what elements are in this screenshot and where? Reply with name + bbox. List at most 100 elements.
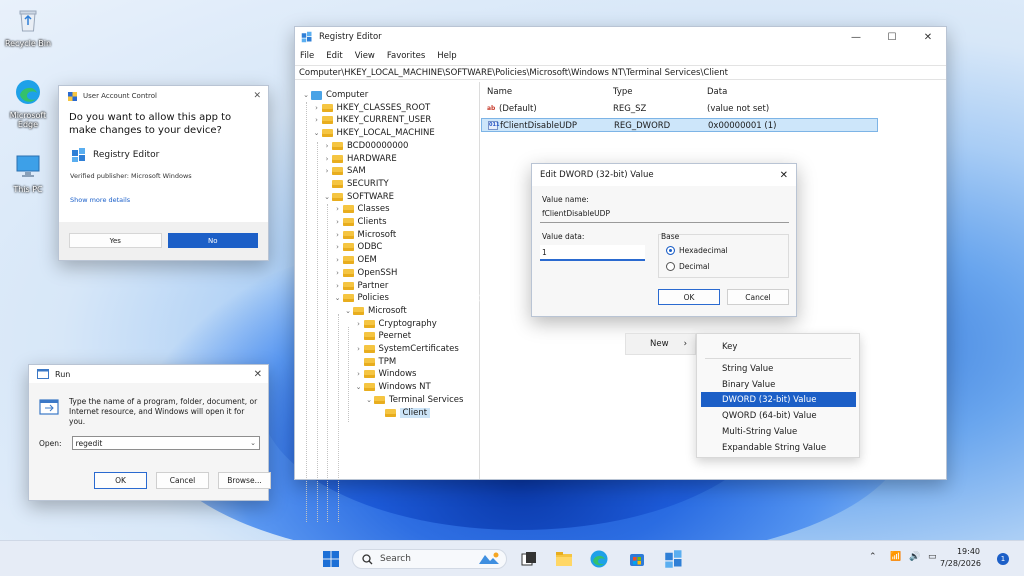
- tree-node[interactable]: › Partner: [333, 280, 388, 292]
- menu-file[interactable]: File: [300, 51, 314, 61]
- column-type[interactable]: Type: [613, 87, 633, 97]
- notification-badge[interactable]: 1: [997, 553, 1009, 565]
- edge-icon[interactable]: [589, 549, 609, 569]
- volume-icon[interactable]: 🔊: [909, 552, 920, 562]
- cancel-button[interactable]: Cancel: [156, 472, 209, 489]
- tree-node[interactable]: Client: [375, 407, 431, 419]
- ok-button[interactable]: OK: [94, 472, 147, 489]
- chevron-right-icon[interactable]: ›: [333, 231, 343, 239]
- chevron-right-icon[interactable]: ›: [354, 370, 364, 378]
- chevron-down-icon[interactable]: ⌄: [333, 294, 343, 302]
- desktop-icon-recycle-bin[interactable]: Recycle Bin: [0, 6, 56, 48]
- radio-decimal[interactable]: Decimal: [666, 262, 710, 271]
- chevron-right-icon[interactable]: ›: [322, 155, 332, 163]
- chevron-right-icon[interactable]: ›: [354, 320, 364, 328]
- chevron-right-icon[interactable]: ›: [333, 256, 343, 264]
- browse-button[interactable]: Browse...: [218, 472, 271, 489]
- chevron-down-icon[interactable]: ⌄: [322, 193, 332, 201]
- menu-edit[interactable]: Edit: [326, 51, 342, 61]
- tree-node[interactable]: › ODBC: [333, 241, 382, 253]
- menu-help[interactable]: Help: [437, 51, 456, 61]
- column-data[interactable]: Data: [707, 87, 727, 97]
- chevron-right-icon[interactable]: ›: [322, 142, 332, 150]
- menu-item-expandable-string-value[interactable]: Expandable String Value: [701, 440, 856, 455]
- menu-item-multi-string-value[interactable]: Multi-String Value: [701, 424, 856, 439]
- chevron-down-icon[interactable]: ⌄: [312, 129, 322, 137]
- run-open-input[interactable]: regedit ⌄: [71, 436, 260, 450]
- chevron-down-icon[interactable]: ⌄: [343, 307, 353, 315]
- tree-node[interactable]: TPM: [354, 356, 396, 368]
- maximize-icon[interactable]: ☐: [874, 32, 910, 43]
- menu-item-dword-value[interactable]: DWORD (32-bit) Value: [701, 392, 856, 407]
- tree-node[interactable]: ⌄ HKEY_LOCAL_MACHINE: [312, 127, 435, 139]
- tree-node[interactable]: › HARDWARE: [322, 153, 397, 165]
- chevron-right-icon[interactable]: ›: [322, 167, 332, 175]
- close-icon[interactable]: ✕: [254, 369, 262, 380]
- tree-node[interactable]: › HKEY_CLASSES_ROOT: [312, 102, 430, 114]
- chevron-right-icon[interactable]: ›: [312, 116, 322, 124]
- tree-node[interactable]: ⌄ Microsoft: [343, 305, 407, 317]
- desktop-icon-this-pc[interactable]: This PC: [0, 152, 56, 194]
- chevron-down-icon[interactable]: ⌄: [301, 91, 311, 99]
- store-icon[interactable]: [627, 549, 647, 569]
- tree-node[interactable]: ⌄ SOFTWARE: [322, 191, 394, 203]
- tree-node[interactable]: › BCD00000000: [322, 140, 409, 152]
- chevron-down-icon[interactable]: ⌄: [364, 396, 374, 404]
- ok-button[interactable]: OK: [658, 289, 720, 305]
- menu-item-binary-value[interactable]: Binary Value: [701, 377, 856, 392]
- value-row-fclientdisableudp[interactable]: 011 fClientDisableUDP REG_DWORD 0x000000…: [481, 118, 878, 132]
- radio-hexadecimal[interactable]: Hexadecimal: [666, 246, 728, 255]
- regedit-taskbar-icon[interactable]: [664, 549, 684, 569]
- tree-node[interactable]: SECURITY: [322, 178, 389, 190]
- chevron-right-icon[interactable]: ›: [333, 218, 343, 226]
- no-button[interactable]: No: [167, 233, 258, 248]
- chevron-right-icon[interactable]: ›: [354, 345, 364, 353]
- wifi-icon[interactable]: 📶: [890, 552, 901, 562]
- tree-node[interactable]: ⌄ Terminal Services: [364, 394, 463, 406]
- tree-node[interactable]: › Classes: [333, 203, 389, 215]
- start-icon[interactable]: [321, 549, 341, 569]
- value-row-default[interactable]: ab (Default) REG_SZ (value not set): [481, 102, 878, 116]
- tree-node[interactable]: ⌄ Windows NT: [354, 381, 431, 393]
- tree-node[interactable]: ⌄ Policies: [333, 292, 389, 304]
- tree-node[interactable]: › Clients: [333, 216, 386, 228]
- tree-node[interactable]: › OpenSSH: [333, 267, 397, 279]
- chevron-down-icon[interactable]: ⌄: [250, 439, 256, 447]
- yes-button[interactable]: Yes: [69, 233, 162, 248]
- address-bar[interactable]: Computer\HKEY_LOCAL_MACHINE\SOFTWARE\Pol…: [295, 65, 946, 80]
- menu-item-key[interactable]: Key: [701, 339, 856, 354]
- menu-item-string-value[interactable]: String Value: [701, 361, 856, 376]
- tree-node[interactable]: › Windows: [354, 368, 416, 380]
- close-icon[interactable]: ✕: [910, 32, 946, 43]
- tree-node[interactable]: › Cryptography: [354, 318, 437, 330]
- clock[interactable]: 19:40 7/28/2026: [940, 546, 981, 570]
- chevron-right-icon[interactable]: ›: [333, 282, 343, 290]
- tree-node[interactable]: Peernet: [354, 330, 411, 342]
- chevron-right-icon[interactable]: ›: [312, 104, 322, 112]
- tree-node[interactable]: ⌄ Computer: [301, 89, 368, 101]
- chevron-right-icon[interactable]: ›: [333, 269, 343, 277]
- cancel-button[interactable]: Cancel: [727, 289, 789, 305]
- taskbar-search[interactable]: Search: [352, 549, 507, 569]
- column-name[interactable]: Name: [487, 87, 512, 97]
- tree-node[interactable]: › SAM: [322, 165, 366, 177]
- desktop-icon-edge[interactable]: Microsoft Edge: [0, 78, 56, 129]
- tree-node[interactable]: › HKEY_CURRENT_USER: [312, 114, 431, 126]
- battery-icon[interactable]: ▭: [928, 552, 937, 562]
- minimize-icon[interactable]: —: [838, 32, 874, 43]
- context-menu-new[interactable]: New ›: [625, 333, 696, 355]
- menu-view[interactable]: View: [355, 51, 375, 61]
- menu-favorites[interactable]: Favorites: [387, 51, 425, 61]
- close-icon[interactable]: ✕: [253, 91, 261, 101]
- chevron-right-icon[interactable]: ›: [333, 243, 343, 251]
- close-icon[interactable]: ✕: [780, 170, 788, 181]
- tree-node[interactable]: › SystemCertificates: [354, 343, 459, 355]
- chevron-up-icon[interactable]: ⌃: [869, 552, 877, 562]
- tree-node[interactable]: › OEM: [333, 254, 377, 266]
- chevron-right-icon[interactable]: ›: [333, 205, 343, 213]
- task-view-icon[interactable]: [519, 549, 539, 569]
- value-data-input[interactable]: 1: [540, 245, 645, 261]
- uac-show-more-link[interactable]: Show more details: [59, 180, 268, 204]
- chevron-down-icon[interactable]: ⌄: [354, 383, 364, 391]
- file-explorer-icon[interactable]: [554, 549, 574, 569]
